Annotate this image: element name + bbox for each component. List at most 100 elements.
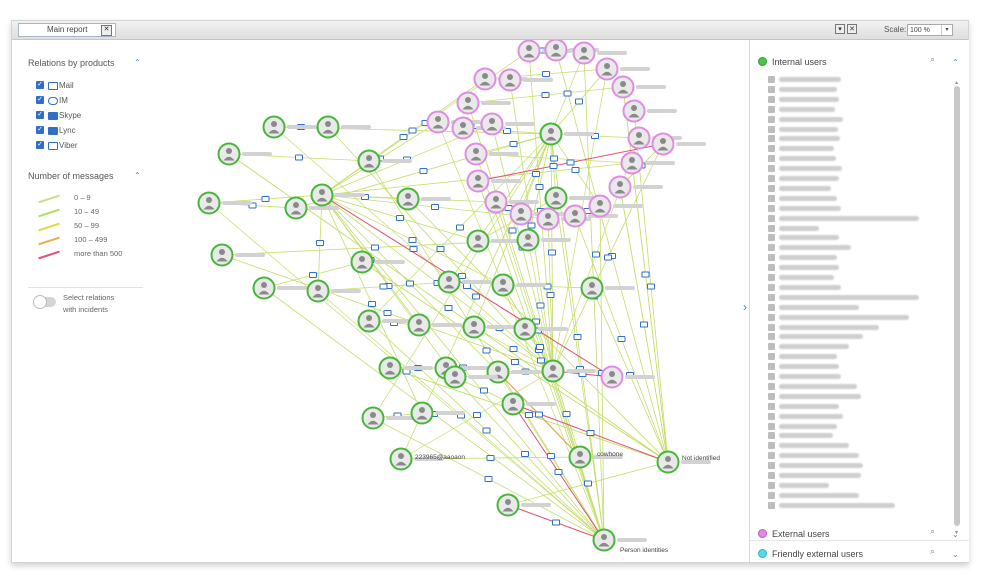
- mail-icon[interactable]: [541, 92, 550, 98]
- mail-icon[interactable]: [509, 141, 518, 147]
- chevron-up-icon[interactable]: ⌃: [952, 58, 959, 67]
- mail-icon[interactable]: [552, 519, 560, 526]
- mail-icon[interactable]: [508, 227, 517, 234]
- internal-user-node[interactable]: [462, 315, 518, 339]
- mail-icon[interactable]: [408, 127, 417, 134]
- scale-select[interactable]: 100 % ▾: [907, 24, 953, 36]
- internal-user-node[interactable]: [410, 401, 466, 425]
- internal-user-node[interactable]: [217, 142, 273, 166]
- chevron-down-icon[interactable]: ⌄: [952, 550, 959, 559]
- chevron-down-icon[interactable]: ⌄: [952, 530, 959, 539]
- mail-icon[interactable]: [482, 347, 491, 354]
- tab-close-icon[interactable]: ✕: [101, 25, 112, 36]
- internal-user-node[interactable]: [396, 187, 452, 211]
- tab-main-report[interactable]: Main report ✕: [18, 23, 116, 37]
- mail-icon[interactable]: [482, 427, 491, 434]
- mail-icon[interactable]: [566, 159, 575, 166]
- internal-user-node[interactable]: [252, 276, 308, 300]
- internal-users-title[interactable]: Internal users: [772, 57, 827, 67]
- mail-icon[interactable]: [295, 154, 303, 161]
- checkbox-lync[interactable]: ✓: [36, 126, 44, 134]
- internal-user-node[interactable]: [197, 191, 253, 215]
- mail-icon[interactable]: [472, 293, 480, 300]
- mail-icon[interactable]: [525, 412, 533, 418]
- mail-icon[interactable]: [484, 476, 493, 482]
- internal-user-node[interactable]: [539, 122, 595, 146]
- internal-user-node[interactable]: [513, 317, 569, 341]
- mail-icon[interactable]: [511, 359, 519, 365]
- mail-icon[interactable]: [641, 271, 650, 278]
- mail-icon[interactable]: [542, 71, 550, 77]
- internal-user-node[interactable]: [501, 392, 557, 416]
- internal-user-node[interactable]: [210, 243, 266, 267]
- mail-icon[interactable]: [549, 163, 558, 169]
- mail-icon[interactable]: [463, 283, 471, 289]
- mail-icon[interactable]: [550, 155, 558, 162]
- collapse-right-panel-icon[interactable]: ›: [743, 300, 747, 314]
- mail-icon[interactable]: [371, 244, 379, 251]
- mail-icon[interactable]: [480, 387, 488, 394]
- mail-icon[interactable]: [617, 336, 626, 342]
- mail-icon[interactable]: [535, 184, 544, 190]
- internal-user-node[interactable]: [541, 359, 597, 383]
- mail-icon[interactable]: [640, 321, 648, 328]
- external-user-node[interactable]: [611, 75, 667, 99]
- mail-icon[interactable]: [547, 453, 555, 459]
- internal-user-node[interactable]: [262, 115, 318, 139]
- dropdown-icon[interactable]: ▾: [835, 24, 845, 34]
- search-icon[interactable]: ⌕: [930, 526, 935, 537]
- toggle-knob[interactable]: [33, 295, 47, 309]
- internal-user-node[interactable]: [407, 313, 463, 337]
- mail-icon[interactable]: [647, 283, 655, 290]
- internal-user-node[interactable]: [310, 183, 366, 207]
- checkbox-skype[interactable]: ✓: [36, 111, 44, 119]
- external-users-title[interactable]: External users: [772, 529, 830, 539]
- mail-icon[interactable]: [521, 451, 529, 457]
- mail-icon[interactable]: [548, 249, 556, 256]
- mail-icon[interactable]: [546, 292, 555, 298]
- search-icon[interactable]: ⌕: [930, 54, 935, 65]
- checkbox-viber[interactable]: ✓: [36, 141, 44, 149]
- internal-user-node[interactable]: [316, 115, 372, 139]
- search-icon[interactable]: ⌕: [930, 546, 935, 557]
- mail-icon[interactable]: [368, 301, 376, 307]
- internal-user-node[interactable]: [378, 356, 434, 380]
- mail-icon[interactable]: [419, 168, 428, 174]
- mail-icon[interactable]: [536, 344, 544, 350]
- external-user-node[interactable]: [456, 91, 512, 115]
- mail-icon[interactable]: [554, 469, 563, 475]
- mail-icon[interactable]: [532, 171, 540, 177]
- mail-icon[interactable]: [537, 357, 545, 364]
- mail-icon[interactable]: [584, 480, 592, 487]
- mail-icon[interactable]: [431, 204, 439, 210]
- mail-icon[interactable]: [408, 237, 417, 243]
- mail-icon[interactable]: [604, 254, 612, 261]
- collapse-messages-icon[interactable]: ⌃: [134, 171, 141, 180]
- internal-user-node[interactable]: [361, 406, 417, 430]
- mail-icon[interactable]: [562, 411, 571, 417]
- mail-icon[interactable]: [586, 430, 595, 436]
- mail-icon[interactable]: [309, 272, 317, 278]
- mail-icon[interactable]: [316, 240, 324, 246]
- scrollbar[interactable]: [954, 86, 960, 526]
- collapse-products-icon[interactable]: ⌃: [134, 58, 141, 67]
- mail-icon[interactable]: [536, 302, 545, 309]
- internal-user-node[interactable]: [306, 279, 362, 303]
- graph-canvas[interactable]: 223965@aaoaon cowhone Not identified Person…: [152, 38, 747, 562]
- mail-icon[interactable]: [396, 215, 404, 221]
- mail-icon[interactable]: [406, 280, 414, 287]
- mail-icon[interactable]: [473, 412, 481, 418]
- mail-icon[interactable]: [409, 246, 418, 252]
- mail-icon[interactable]: [563, 90, 572, 97]
- close-icon[interactable]: ✕: [847, 24, 857, 34]
- mail-icon[interactable]: [486, 455, 495, 461]
- checkbox-im[interactable]: ✓: [36, 96, 44, 104]
- checkbox-mail[interactable]: ✓: [36, 81, 44, 89]
- mail-icon[interactable]: [383, 310, 392, 316]
- mail-icon[interactable]: [456, 224, 464, 231]
- mail-icon[interactable]: [444, 305, 453, 311]
- chevron-down-icon[interactable]: ▾: [941, 25, 952, 35]
- mail-icon[interactable]: [436, 246, 445, 252]
- mail-icon[interactable]: [571, 167, 580, 173]
- mail-icon[interactable]: [399, 134, 408, 140]
